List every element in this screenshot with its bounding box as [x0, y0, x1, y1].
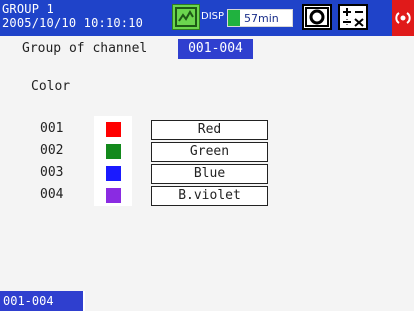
color-swatch-panel	[94, 116, 132, 206]
channel-003-color-field[interactable]: Blue	[151, 164, 268, 184]
channel-004-color-field[interactable]: B.violet	[151, 186, 268, 206]
camera-snapshot-icon[interactable]	[302, 4, 332, 30]
color-label: Color	[31, 79, 71, 94]
group-of-channel-field[interactable]: 001-004	[178, 39, 253, 59]
memory-icon[interactable]	[172, 4, 200, 30]
group-of-channel-label: Group of channel	[22, 41, 148, 56]
channel-004-swatch	[106, 188, 121, 203]
channel-number: 001	[40, 121, 64, 136]
remaining-time-indicator: 57min	[227, 9, 293, 27]
channel-001-color-field[interactable]: Red	[151, 120, 268, 140]
channel-002-swatch	[106, 144, 121, 159]
channel-group-tab[interactable]: 001-004	[0, 291, 85, 311]
math-icon[interactable]	[338, 4, 368, 30]
remaining-time-bar	[228, 10, 240, 26]
alarm-icon[interactable]	[392, 0, 414, 36]
channel-number: 002	[40, 143, 64, 158]
remaining-time-text: 57min	[244, 12, 279, 25]
datetime: 2005/10/10 10:10:10	[2, 16, 144, 30]
group-label: GROUP 1	[2, 2, 54, 16]
channel-003-swatch	[106, 166, 121, 181]
disp-label: DISP	[201, 11, 225, 22]
channel-002-color-field[interactable]: Green	[151, 142, 268, 162]
status-bar: GROUP 1 2005/10/10 10:10:10 DISP 57min	[0, 0, 414, 36]
channel-number: 003	[40, 165, 64, 180]
channel-number: 004	[40, 187, 64, 202]
channel-001-swatch	[106, 122, 121, 137]
